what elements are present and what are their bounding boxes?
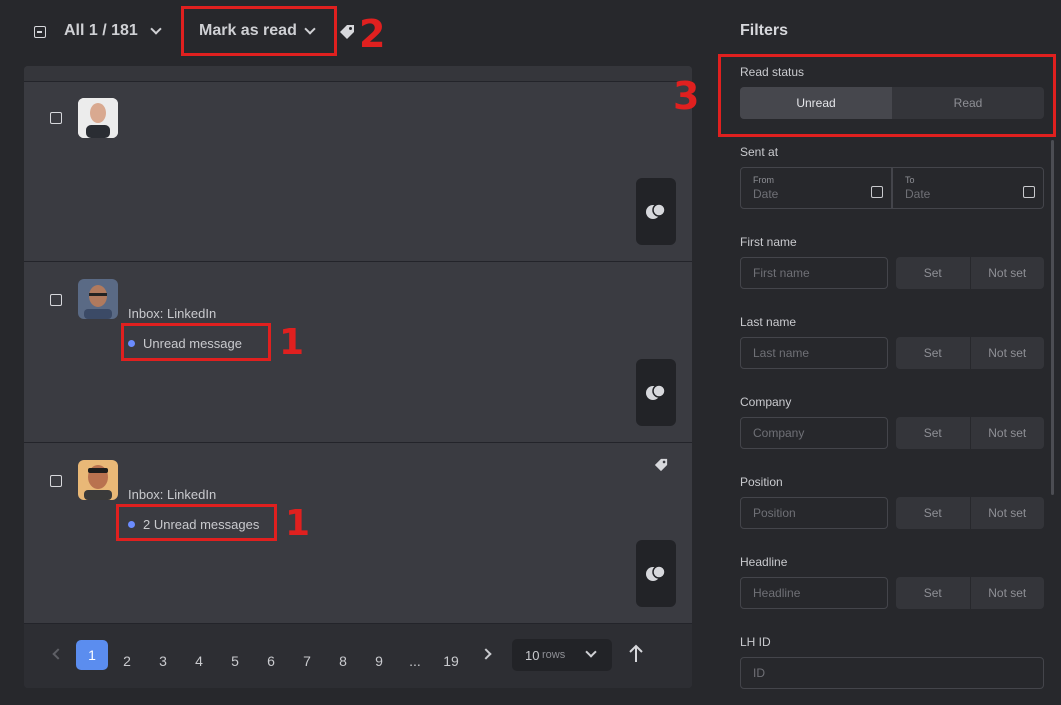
chevron-down-icon[interactable] [150, 23, 162, 35]
position-set-toggle: Set Not set [896, 497, 1044, 529]
filters-title: Filters [740, 22, 789, 39]
rows-unit: rows [542, 649, 566, 661]
row-checkbox[interactable] [50, 475, 62, 487]
row-checkbox[interactable] [50, 294, 62, 306]
page-19[interactable]: 19 [436, 646, 466, 676]
first-name-set-toggle: Set Not set [896, 257, 1044, 289]
set-button[interactable]: Set [896, 417, 970, 449]
company-input[interactable]: Company [740, 417, 888, 449]
annotation-number-2: 2 [359, 12, 386, 56]
avatar [78, 98, 118, 138]
read-status-read[interactable]: Read [892, 87, 1044, 119]
calendar-icon[interactable] [1023, 186, 1035, 198]
conversation-button[interactable] [636, 178, 676, 245]
avatar [78, 279, 118, 319]
not-set-button[interactable]: Not set [969, 337, 1045, 369]
scroll-to-top-icon[interactable] [628, 644, 644, 664]
set-button[interactable]: Set [896, 577, 970, 609]
date-to-field[interactable]: To Date [892, 167, 1044, 209]
first-name-label: First name [740, 235, 797, 249]
page-6[interactable]: 6 [256, 646, 286, 676]
lh-id-input[interactable]: ID [740, 657, 1044, 689]
read-status-unread[interactable]: Unread [740, 87, 892, 119]
conversation-button[interactable] [636, 540, 676, 607]
annotation-number-1: 1 [279, 322, 305, 363]
avatar [78, 460, 118, 500]
annotation-number-1b: 1 [285, 503, 311, 544]
chevron-down-icon [585, 646, 597, 658]
mark-as-read-button[interactable]: Mark as read [199, 22, 297, 40]
date-to-placeholder: Date [905, 187, 931, 201]
page-4[interactable]: 4 [184, 646, 214, 676]
last-name-input[interactable]: Last name [740, 337, 888, 369]
prev-page-icon[interactable] [52, 648, 64, 660]
last-name-set-toggle: Set Not set [896, 337, 1044, 369]
selection-count[interactable]: All 1 / 181 [64, 22, 138, 40]
lh-id-label: LH ID [740, 635, 771, 649]
chat-bubbles-icon [646, 564, 666, 581]
not-set-button[interactable]: Not set [969, 257, 1045, 289]
message-list: Inbox: LinkedIn Unread message Inbox: Li… [24, 66, 692, 688]
list-item[interactable] [24, 82, 692, 262]
date-from-field[interactable]: From Date [740, 167, 892, 209]
inbox-label: Inbox: LinkedIn [128, 487, 217, 502]
rows-value: 10 [525, 648, 540, 663]
not-set-button[interactable]: Not set [969, 417, 1045, 449]
company-label: Company [740, 395, 792, 409]
tag-icon[interactable] [339, 24, 355, 40]
page-5[interactable]: 5 [220, 646, 250, 676]
page-1[interactable]: 1 [76, 640, 108, 670]
position-input[interactable]: Position [740, 497, 888, 529]
filters-scrollbar[interactable] [1051, 140, 1054, 495]
not-set-button[interactable]: Not set [969, 577, 1045, 609]
page-8[interactable]: 8 [328, 646, 358, 676]
date-to-label: To [905, 175, 915, 185]
annotation-box-1b [116, 504, 277, 541]
page-9[interactable]: 9 [364, 646, 394, 676]
sent-at-label: Sent at [740, 145, 779, 159]
next-page-icon[interactable] [480, 648, 492, 660]
conversation-button[interactable] [636, 359, 676, 426]
company-set-toggle: Set Not set [896, 417, 1044, 449]
tag-icon[interactable] [654, 458, 668, 472]
row-checkbox[interactable] [50, 112, 62, 124]
rows-per-page-select[interactable]: 10 rows [512, 639, 612, 671]
page-3[interactable]: 3 [148, 646, 178, 676]
calendar-icon[interactable] [871, 186, 883, 198]
page-7[interactable]: 7 [292, 646, 322, 676]
annotation-box-1 [121, 323, 271, 361]
read-status-label: Read status [740, 65, 805, 79]
last-name-label: Last name [740, 315, 797, 329]
date-from-placeholder: Date [753, 187, 779, 201]
list-header-strip [24, 66, 692, 82]
page-2[interactable]: 2 [112, 646, 142, 676]
chat-bubbles-icon [646, 383, 666, 400]
headline-set-toggle: Set Not set [896, 577, 1044, 609]
date-from-label: From [753, 175, 774, 185]
not-set-button[interactable]: Not set [969, 497, 1045, 529]
set-button[interactable]: Set [896, 497, 970, 529]
position-label: Position [740, 475, 783, 489]
select-all-checkbox[interactable] [34, 26, 46, 38]
headline-input[interactable]: Headline [740, 577, 888, 609]
inbox-label: Inbox: LinkedIn [128, 306, 217, 321]
page-ellipsis[interactable]: ... [400, 646, 430, 676]
set-button[interactable]: Set [896, 337, 970, 369]
headline-label: Headline [740, 555, 788, 569]
pagination: 1 2 3 4 5 6 7 8 9 ... 19 10 rows [24, 624, 692, 688]
annotation-number-3: 3 [673, 74, 700, 118]
read-status-toggle: Unread Read [740, 87, 1044, 119]
first-name-input[interactable]: First name [740, 257, 888, 289]
set-button[interactable]: Set [896, 257, 970, 289]
chat-bubbles-icon [646, 202, 666, 219]
